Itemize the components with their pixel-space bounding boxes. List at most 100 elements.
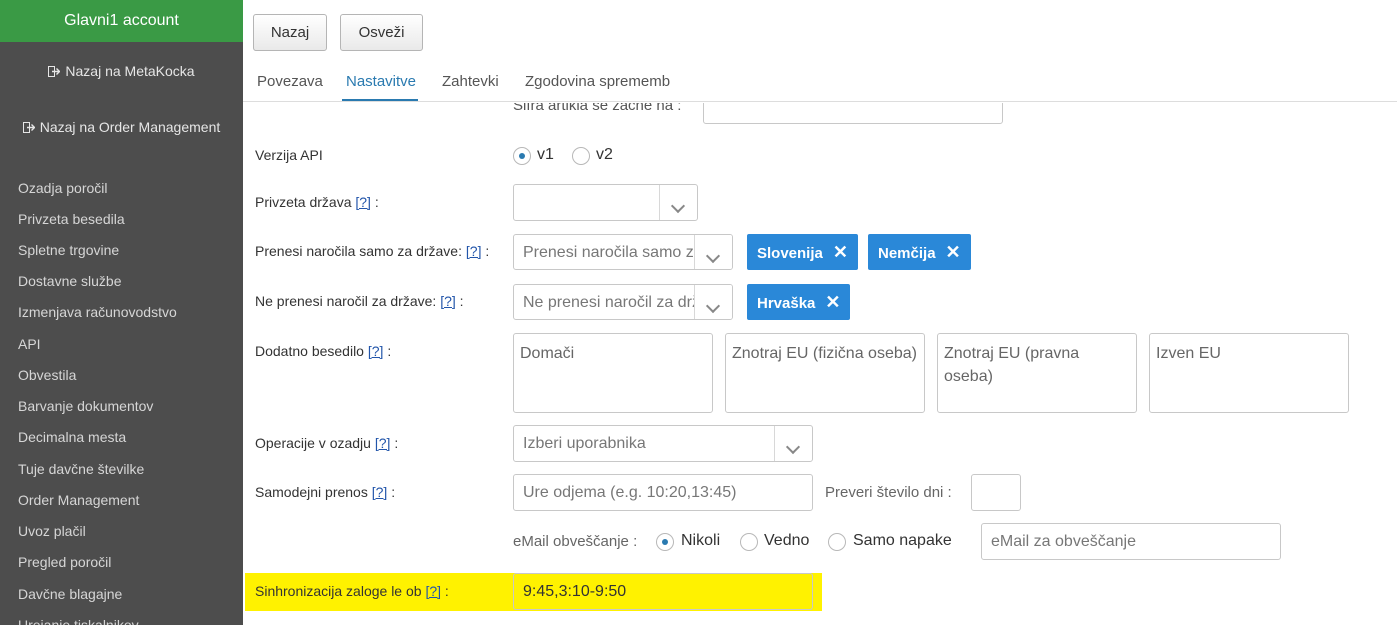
api-v1-label: v1 bbox=[537, 146, 554, 163]
background-ops-label: Operacije v ozadju [?] : bbox=[255, 435, 398, 451]
refresh-button[interactable]: Osveži bbox=[340, 14, 423, 51]
sidebar: Glavni1 account Nazaj na MetaKocka Nazaj… bbox=[0, 0, 243, 625]
colon: : bbox=[374, 194, 379, 210]
tag-label: Nemčija bbox=[878, 245, 936, 262]
help-link[interactable]: [?] bbox=[466, 243, 482, 259]
extra-text-domestic[interactable]: Domači bbox=[513, 333, 713, 413]
sidebar-item[interactable]: Pregled poročil bbox=[18, 554, 111, 570]
auto-transfer-hours-input[interactable]: Ure odjema (e.g. 10:20,13:45) bbox=[513, 474, 813, 511]
close-icon[interactable]: ✕ bbox=[946, 234, 961, 270]
colon: : bbox=[459, 293, 464, 309]
sku-prefix-label: Šifra artikla se začne na : bbox=[513, 103, 682, 114]
sidebar-item[interactable]: Spletne trgovine bbox=[18, 242, 119, 258]
stock-sync-input[interactable]: 9:45,3:10-9:50 bbox=[513, 573, 813, 610]
no-transfer-text: Ne prenesi naročil za države: bbox=[255, 293, 437, 309]
colon: : bbox=[391, 484, 396, 500]
default-country-label: Privzeta država [?] : bbox=[255, 194, 379, 210]
back-to-metakocka-link[interactable]: Nazaj na MetaKocka bbox=[0, 63, 243, 79]
extra-text-eu-company[interactable]: Znotraj EU (pravna oseba) bbox=[937, 333, 1137, 413]
sidebar-item[interactable]: API bbox=[18, 336, 41, 352]
email-input[interactable]: eMail za obveščanje bbox=[981, 523, 1281, 560]
auto-transfer-label: Samodejni prenos [?] : bbox=[255, 484, 395, 500]
auto-transfer-text: Samodejni prenos bbox=[255, 484, 368, 500]
colon: : bbox=[485, 243, 490, 259]
api-version-label: Verzija API bbox=[255, 147, 323, 163]
tag-label: Slovenija bbox=[757, 245, 823, 262]
stock-sync-text: Sinhronizacija zaloge le ob bbox=[255, 583, 422, 599]
sidebar-item[interactable]: Davčne blagajne bbox=[18, 586, 122, 602]
extra-text-outside-eu[interactable]: Izven EU bbox=[1149, 333, 1349, 413]
colon: : bbox=[387, 343, 392, 359]
back-button[interactable]: Nazaj bbox=[253, 14, 327, 51]
tab-nastavitve[interactable]: Nastavitve bbox=[346, 73, 416, 90]
help-link[interactable]: [?] bbox=[425, 583, 441, 599]
chevron-down-icon bbox=[694, 235, 732, 269]
chevron-down-icon bbox=[659, 185, 697, 220]
transfer-only-select[interactable]: Prenesi naročila samo za države bbox=[513, 234, 733, 270]
back-to-order-management-label: Nazaj na Order Management bbox=[39, 119, 221, 135]
stock-sync-label: Sinhronizacija zaloge le ob [?] : bbox=[255, 583, 449, 599]
sku-prefix-input[interactable] bbox=[703, 103, 1003, 124]
sign-out-icon bbox=[48, 64, 61, 77]
sidebar-item[interactable]: Ozadja poročil bbox=[18, 180, 108, 196]
email-always-radio[interactable] bbox=[740, 533, 758, 551]
no-transfer-select[interactable]: Ne prenesi naročil za države bbox=[513, 284, 733, 320]
email-never-radio[interactable] bbox=[656, 533, 674, 551]
account-header[interactable]: Glavni1 account bbox=[0, 0, 243, 42]
background-ops-text: Operacije v ozadju bbox=[255, 435, 371, 451]
active-tab-indicator bbox=[342, 99, 418, 101]
help-link[interactable]: [?] bbox=[375, 435, 391, 451]
chevron-down-icon bbox=[774, 426, 812, 461]
help-link[interactable]: [?] bbox=[440, 293, 456, 309]
clipped-row: Šifra artikla se začne na : bbox=[243, 103, 1397, 125]
background-ops-select[interactable]: Izberi uporabnika bbox=[513, 425, 813, 462]
api-v2-radio[interactable] bbox=[572, 147, 590, 165]
country-tag-nemcija: Nemčija ✕ bbox=[868, 234, 971, 270]
tab-povezava[interactable]: Povezava bbox=[257, 73, 323, 90]
country-tag-hrvaska: Hrvaška ✕ bbox=[747, 284, 851, 320]
sidebar-item[interactable]: Barvanje dokumentov bbox=[18, 398, 153, 414]
tag-label: Hrvaška bbox=[757, 295, 816, 312]
colon: : bbox=[394, 435, 399, 451]
help-link[interactable]: [?] bbox=[355, 194, 371, 210]
tab-zgodovina-sprememb[interactable]: Zgodovina sprememb bbox=[525, 73, 670, 90]
transfer-only-text: Prenesi naročila samo za države: bbox=[255, 243, 462, 259]
tab-zahtevki[interactable]: Zahtevki bbox=[442, 73, 499, 90]
sidebar-item[interactable]: Privzeta besedila bbox=[18, 211, 125, 227]
help-link[interactable]: [?] bbox=[368, 343, 384, 359]
sidebar-item[interactable]: Urejanje tiskalnikov bbox=[18, 617, 139, 625]
close-icon[interactable]: ✕ bbox=[833, 234, 848, 270]
sign-out-icon bbox=[22, 120, 36, 133]
email-errors-radio[interactable] bbox=[828, 533, 846, 551]
background-ops-placeholder: Izberi uporabnika bbox=[523, 435, 646, 452]
sidebar-item[interactable]: Tuje davčne številke bbox=[18, 461, 144, 477]
no-transfer-label: Ne prenesi naročil za države: [?] : bbox=[255, 293, 464, 309]
close-icon[interactable]: ✕ bbox=[825, 284, 840, 320]
back-to-metakocka-label: Nazaj na MetaKocka bbox=[65, 63, 195, 79]
extra-text-text: Dodatno besedilo bbox=[255, 343, 364, 359]
extra-text-eu-person[interactable]: Znotraj EU (fizična oseba) bbox=[725, 333, 925, 413]
check-days-input[interactable] bbox=[971, 474, 1021, 511]
sidebar-item[interactable]: Order Management bbox=[18, 492, 139, 508]
transfer-only-label: Prenesi naročila samo za države: [?] : bbox=[255, 243, 489, 259]
default-country-select[interactable] bbox=[513, 184, 698, 221]
sidebar-item[interactable]: Uvoz plačil bbox=[18, 523, 86, 539]
extra-text-label: Dodatno besedilo [?] : bbox=[255, 343, 391, 359]
help-link[interactable]: [?] bbox=[372, 484, 388, 500]
email-errors-label: Samo napake bbox=[853, 532, 952, 549]
sidebar-item[interactable]: Izmenjava računovodstvo bbox=[18, 304, 177, 320]
email-notify-label: eMail obveščanje : bbox=[513, 533, 638, 550]
check-days-label: Preveri število dni : bbox=[825, 484, 952, 501]
tab-bar bbox=[243, 64, 1397, 102]
sidebar-item[interactable]: Obvestila bbox=[18, 367, 76, 383]
email-never-label: Nikoli bbox=[681, 532, 721, 549]
country-tag-slovenija: Slovenija ✕ bbox=[747, 234, 858, 270]
api-v2-label: v2 bbox=[596, 146, 613, 163]
email-always-label: Vedno bbox=[764, 532, 810, 549]
chevron-down-icon bbox=[694, 285, 732, 319]
back-to-order-management-link[interactable]: Nazaj na Order Management bbox=[0, 119, 243, 135]
api-v1-radio[interactable] bbox=[513, 147, 531, 165]
sidebar-item[interactable]: Dostavne službe bbox=[18, 273, 122, 289]
colon: : bbox=[444, 583, 449, 599]
sidebar-item[interactable]: Decimalna mesta bbox=[18, 429, 126, 445]
